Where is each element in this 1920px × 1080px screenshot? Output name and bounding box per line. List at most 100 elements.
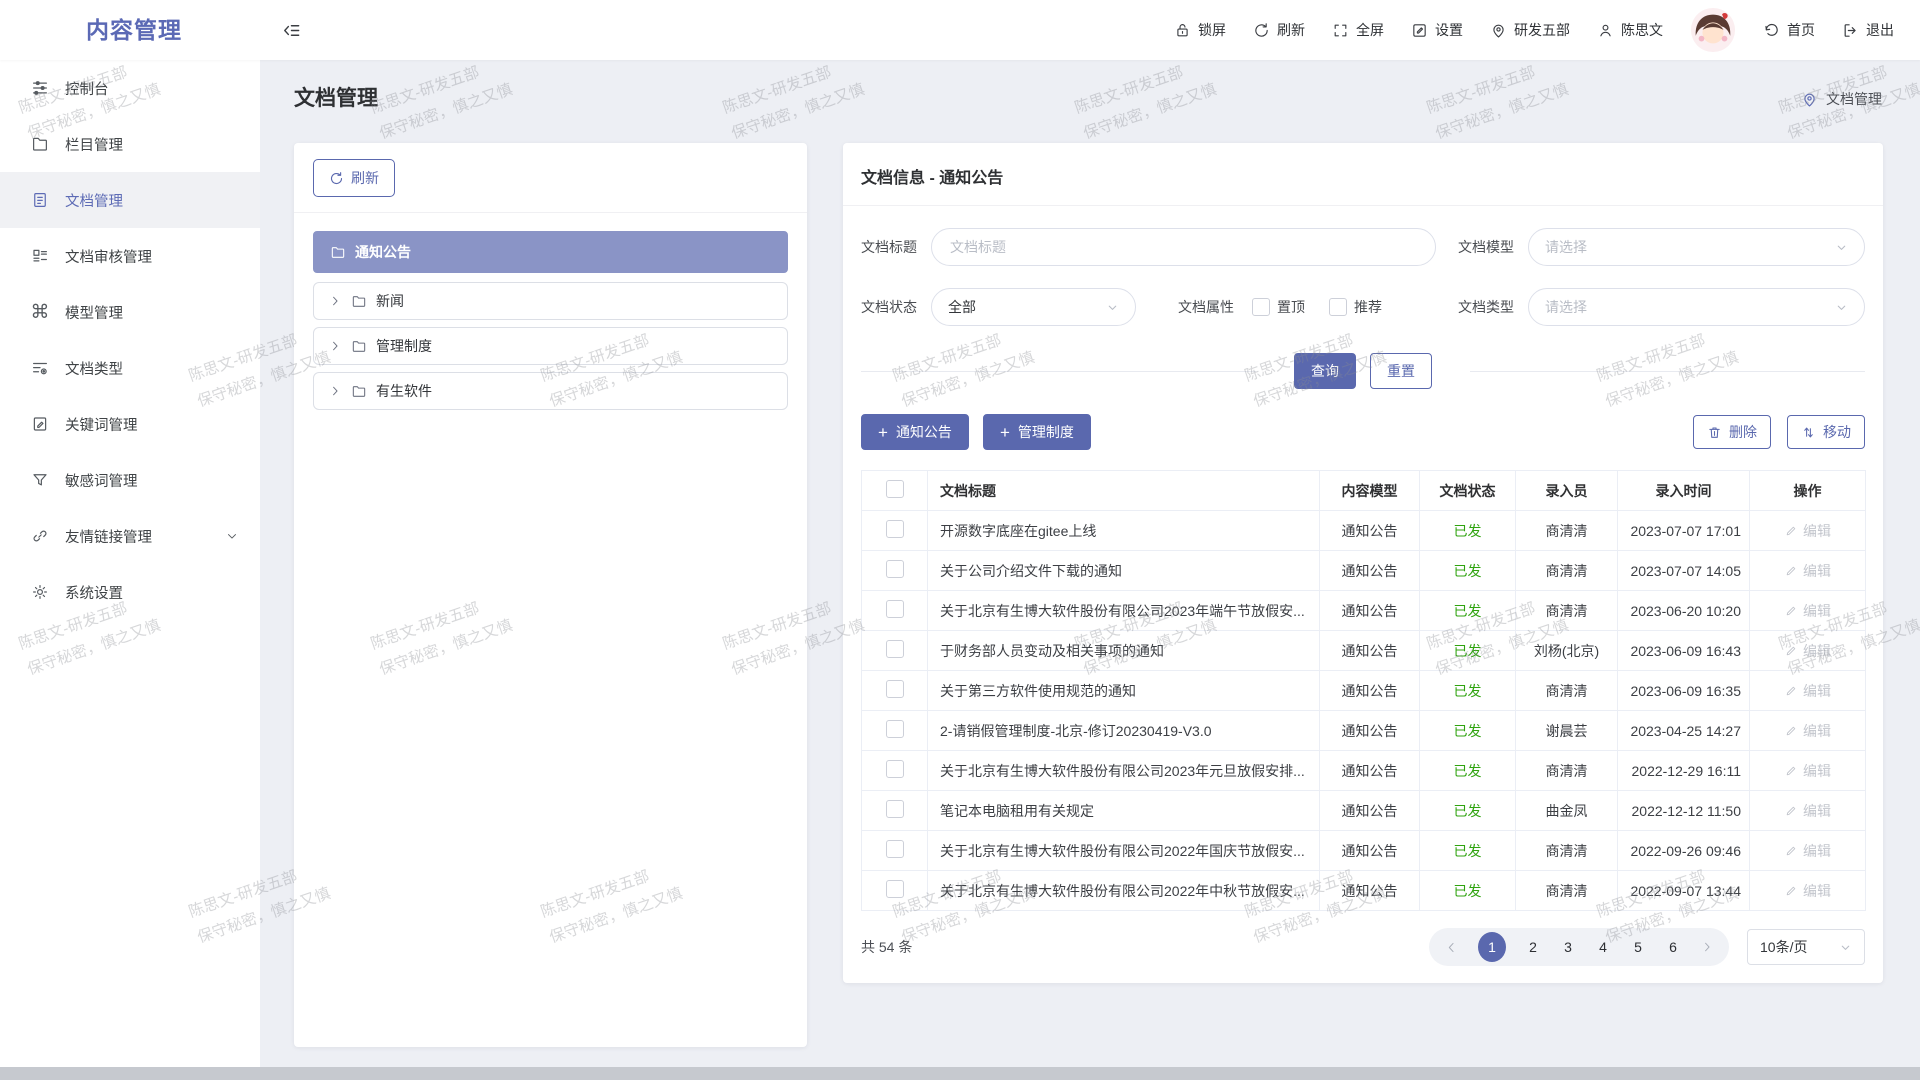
- sidebar-item-folder[interactable]: 栏目管理: [0, 116, 260, 172]
- page-button-1[interactable]: 1: [1478, 932, 1506, 962]
- avatar-image: [1690, 7, 1736, 53]
- keyword-icon: [30, 415, 50, 433]
- row-checkbox[interactable]: [886, 600, 904, 618]
- select-all-checkbox[interactable]: [886, 480, 904, 498]
- tree-node[interactable]: 管理制度: [313, 327, 788, 365]
- pencil-icon: [1784, 564, 1798, 578]
- prev-page-button[interactable]: [1444, 940, 1459, 955]
- table-row: 关于第三方软件使用规范的通知通知公告已发商清清2023-06-09 16:35编…: [862, 671, 1866, 711]
- doc-type-select[interactable]: 请选择: [1528, 288, 1865, 326]
- pagination-bar: 共 54 条 123456 10条/页: [861, 928, 1865, 966]
- page-button-6[interactable]: 6: [1665, 939, 1681, 955]
- next-page-button[interactable]: [1700, 940, 1714, 954]
- page-button-4[interactable]: 4: [1595, 939, 1611, 955]
- attr-option[interactable]: 推荐: [1329, 297, 1382, 317]
- add-button[interactable]: +管理制度: [983, 414, 1091, 450]
- row-checkbox[interactable]: [886, 520, 904, 538]
- header-action-fullscreen[interactable]: 全屏: [1332, 20, 1384, 40]
- divider: [1470, 371, 1865, 372]
- edit-button[interactable]: 编辑: [1784, 681, 1831, 701]
- edit-square-icon: [1411, 22, 1428, 39]
- filter-row-1: 文档标题 文档模型 请选择: [861, 228, 1865, 266]
- delete-button[interactable]: 删除: [1693, 415, 1771, 449]
- row-checkbox[interactable]: [886, 880, 904, 898]
- add-button[interactable]: +通知公告: [861, 414, 969, 450]
- location-icon: [1490, 22, 1507, 39]
- sidebar-item-keyword[interactable]: 关键词管理: [0, 396, 260, 452]
- doc-model-cell: 通知公告: [1320, 831, 1420, 871]
- edit-button[interactable]: 编辑: [1784, 841, 1831, 861]
- table-row: 笔记本电脑租用有关规定通知公告已发曲金凤2022-12-12 11:50编辑: [862, 791, 1866, 831]
- edit-button[interactable]: 编辑: [1784, 801, 1831, 821]
- sidebar-item-console[interactable]: 控制台: [0, 60, 260, 116]
- edit-button[interactable]: 编辑: [1784, 601, 1831, 621]
- document-panel: 文档信息 - 通知公告 文档标题 文档模型 请选择 文档状态 全部 文档属性 置…: [843, 143, 1883, 983]
- page-button-3[interactable]: 3: [1560, 939, 1576, 955]
- tree-node[interactable]: 有生软件: [313, 372, 788, 410]
- doc-operator-cell: 商清清: [1516, 831, 1618, 871]
- gear-icon: [30, 583, 50, 601]
- table-header-row: 文档标题内容模型文档状态录入员录入时间操作: [862, 471, 1866, 511]
- doc-time-cell: 2023-07-07 14:05: [1618, 551, 1750, 591]
- page-size-select[interactable]: 10条/页: [1747, 929, 1865, 965]
- doc-model-cell: 通知公告: [1320, 871, 1420, 911]
- row-checkbox[interactable]: [886, 760, 904, 778]
- sidebar-item-audit[interactable]: 文档审核管理: [0, 228, 260, 284]
- tree-node[interactable]: 新闻: [313, 282, 788, 320]
- header-action-refresh[interactable]: 刷新: [1253, 20, 1305, 40]
- sidebar-item-funnel[interactable]: 敏感词管理: [0, 452, 260, 508]
- doc-model-select[interactable]: 请选择: [1528, 228, 1865, 266]
- move-button[interactable]: 移动: [1787, 415, 1865, 449]
- folder-icon: [351, 338, 367, 354]
- edit-button[interactable]: 编辑: [1784, 561, 1831, 581]
- edit-button[interactable]: 编辑: [1784, 721, 1831, 741]
- reset-button[interactable]: 重置: [1370, 353, 1432, 389]
- checkbox[interactable]: [1329, 298, 1347, 316]
- logout-button[interactable]: 退出: [1842, 20, 1894, 40]
- chevron-right-icon: [328, 294, 342, 308]
- checkbox[interactable]: [1252, 298, 1270, 316]
- sidebar-item-doctype[interactable]: 文档类型: [0, 340, 260, 396]
- row-checkbox[interactable]: [886, 800, 904, 818]
- header-action-edit-square[interactable]: 设置: [1411, 20, 1463, 40]
- sidebar-item-link[interactable]: 友情链接管理: [0, 508, 260, 564]
- header-action-lock[interactable]: 锁屏: [1174, 20, 1226, 40]
- row-checkbox[interactable]: [886, 560, 904, 578]
- horizontal-scrollbar[interactable]: [0, 1067, 1920, 1080]
- sidebar-collapse-icon[interactable]: [282, 21, 301, 40]
- user-avatar[interactable]: [1690, 7, 1736, 53]
- divider: [861, 371, 1256, 372]
- edit-button[interactable]: 编辑: [1784, 641, 1831, 661]
- tree-node[interactable]: 通知公告: [313, 231, 788, 273]
- home-button[interactable]: 首页: [1763, 20, 1815, 40]
- command-icon: ⌘: [30, 303, 50, 322]
- edit-button[interactable]: 编辑: [1784, 761, 1831, 781]
- doc-title-cell: 于财务部人员变动及相关事项的通知: [928, 631, 1320, 671]
- doc-model-cell: 通知公告: [1320, 791, 1420, 831]
- row-checkbox[interactable]: [886, 720, 904, 738]
- doc-title-cell: 开源数字底座在gitee上线: [928, 511, 1320, 551]
- home-back-icon: [1763, 22, 1780, 39]
- edit-button[interactable]: 编辑: [1784, 521, 1831, 541]
- doc-time-cell: 2022-09-26 09:46: [1618, 831, 1750, 871]
- doc-title-input[interactable]: [948, 238, 1419, 256]
- doc-status-select[interactable]: 全部: [931, 288, 1136, 326]
- attr-option[interactable]: 置顶: [1252, 297, 1305, 317]
- search-button[interactable]: 查询: [1294, 353, 1356, 389]
- sidebar-item-document[interactable]: 文档管理: [0, 172, 260, 228]
- header-action-location[interactable]: 研发五部: [1490, 20, 1570, 40]
- header-action-user[interactable]: 陈思文: [1597, 20, 1663, 40]
- link-icon: [30, 527, 50, 545]
- row-checkbox[interactable]: [886, 840, 904, 858]
- doc-time-cell: 2023-04-25 14:27: [1618, 711, 1750, 751]
- edit-button[interactable]: 编辑: [1784, 881, 1831, 901]
- tree-refresh-button[interactable]: 刷新: [313, 159, 395, 197]
- doc-status-cell: 已发: [1420, 551, 1516, 591]
- row-checkbox[interactable]: [886, 680, 904, 698]
- row-checkbox[interactable]: [886, 640, 904, 658]
- sidebar-item-command[interactable]: ⌘模型管理: [0, 284, 260, 340]
- page-button-2[interactable]: 2: [1525, 939, 1541, 955]
- refresh-icon: [329, 171, 344, 186]
- sidebar-item-gear[interactable]: 系统设置: [0, 564, 260, 620]
- page-button-5[interactable]: 5: [1630, 939, 1646, 955]
